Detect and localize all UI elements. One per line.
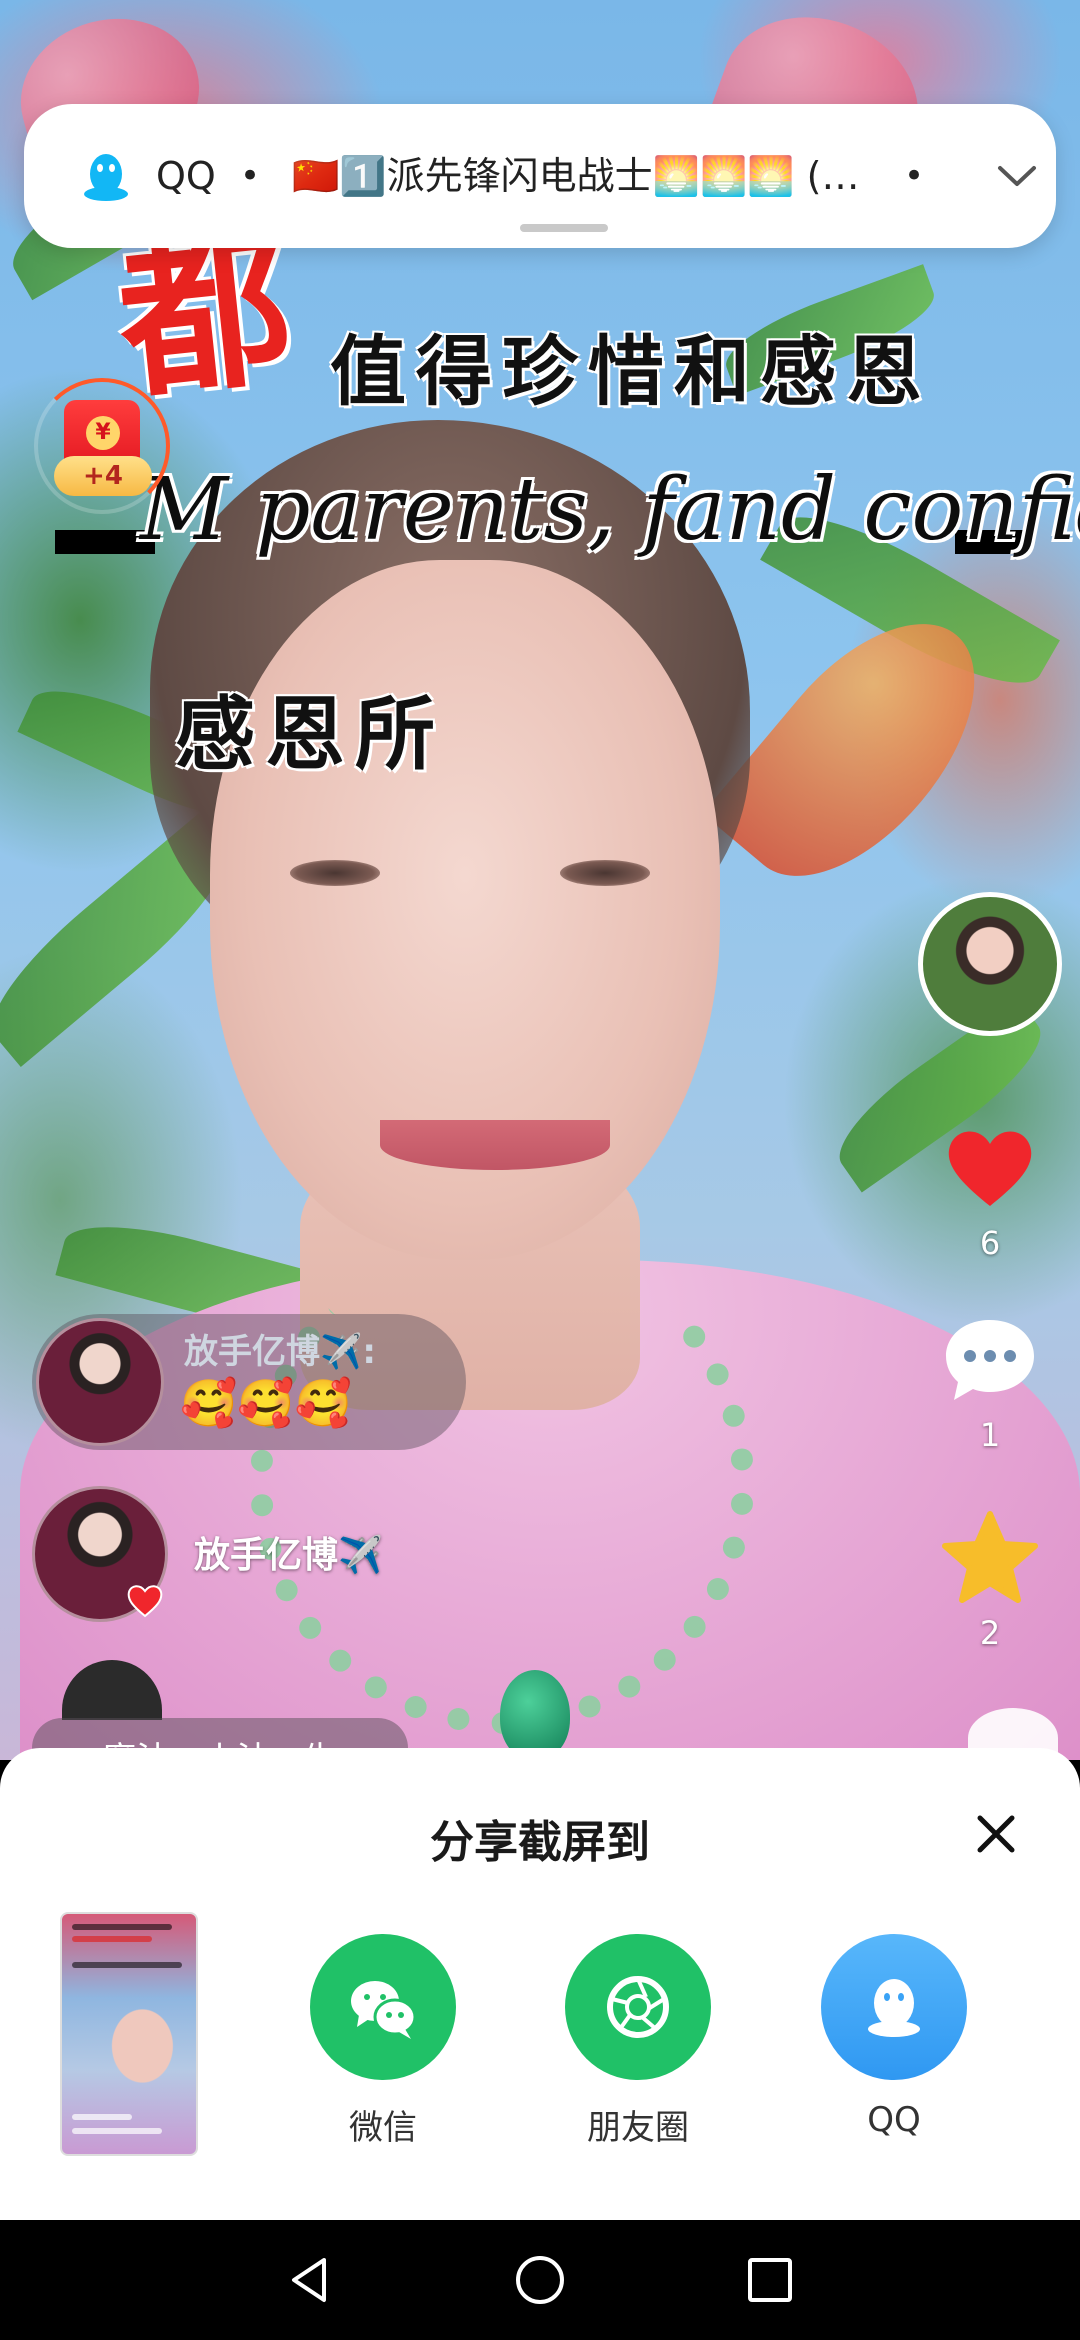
home-circle-icon[interactable] — [510, 2250, 570, 2310]
heart-icon — [948, 1131, 1032, 1206]
notification-app-name: QQ — [156, 154, 216, 198]
share-target-label: 朋友圈 — [587, 2108, 689, 2148]
jade-pendant — [500, 1670, 570, 1760]
share-sheet-title: 分享截屏到 — [430, 1817, 650, 1868]
notification-separator: • — [240, 156, 261, 196]
qq-penguin-icon — [821, 1934, 967, 2080]
favorite-button[interactable]: 2 — [930, 1508, 1050, 1652]
recents-square-icon[interactable] — [740, 2250, 800, 2310]
share-to-qq-button[interactable]: QQ — [794, 1934, 994, 2140]
like-count: 6 — [979, 1224, 1001, 1262]
user-join-row: 放手亿博✈️ — [32, 1486, 452, 1622]
screen: 都 值得珍惜和感恩 M parents, fand confidant 感恩所 … — [0, 0, 1080, 2340]
share-to-moments-button[interactable]: 朋友圈 — [538, 1934, 738, 2149]
system-navigation-bar — [0, 2220, 1080, 2340]
comment-count: 1 — [979, 1416, 1001, 1454]
comment-text: 🥰🥰🥰 — [180, 1376, 352, 1430]
joined-username: 放手亿博✈️ — [194, 1535, 383, 1576]
share-target-label: 微信 — [349, 2108, 417, 2148]
red-envelope-widget[interactable]: ¥ +4 — [34, 378, 174, 518]
comment-username: 放手亿博✈️: — [184, 1332, 376, 1372]
overlay-caption-line1: 值得珍惜和感恩 — [330, 327, 932, 416]
notification-separator-2: • — [904, 156, 925, 196]
qq-notification-banner[interactable]: QQ • 🇨🇳1️⃣派先锋闪电战士🌅🌅🌅 (84… • — [24, 104, 1056, 248]
author-avatar[interactable] — [918, 892, 1062, 1036]
moments-aperture-icon — [565, 1934, 711, 2080]
like-button[interactable]: 6 — [930, 1118, 1050, 1262]
live-comment-bubble: 放手亿博✈️: 🥰🥰🥰 — [32, 1314, 466, 1450]
close-icon[interactable] — [970, 1808, 1022, 1860]
chevron-down-icon[interactable] — [994, 156, 1040, 196]
screenshot-thumbnail[interactable] — [60, 1912, 198, 2156]
comment-bubble-icon — [946, 1320, 1034, 1400]
person-eye-left — [290, 860, 380, 886]
avatar[interactable] — [36, 1318, 164, 1446]
red-envelope-badge: +4 — [54, 456, 152, 496]
star-icon — [942, 1511, 1038, 1603]
share-screenshot-sheet: 分享截屏到 微信 朋友圈 QQ — [0, 1748, 1080, 2220]
person-eye-right — [560, 860, 650, 886]
notification-drag-handle[interactable] — [520, 224, 608, 232]
share-to-wechat-button[interactable]: 微信 — [283, 1934, 483, 2149]
yuan-coin-icon: ¥ — [86, 416, 120, 450]
qq-penguin-icon — [84, 154, 128, 201]
notification-title: 🇨🇳1️⃣派先锋闪电战士🌅🌅🌅 (84… — [292, 154, 882, 198]
overlay-caption-line2: 感恩所 — [175, 687, 445, 781]
jade-necklace — [250, 1230, 754, 1734]
overlay-script-text: M parents, fand confidant — [140, 460, 1080, 560]
favorite-count: 2 — [979, 1614, 1001, 1652]
comment-button[interactable]: 1 — [930, 1310, 1050, 1454]
share-target-label: QQ — [867, 2100, 921, 2140]
person-mouth — [380, 1120, 610, 1170]
heart-icon — [127, 1585, 163, 1618]
back-triangle-icon[interactable] — [280, 2250, 340, 2310]
wechat-icon — [310, 1934, 456, 2080]
